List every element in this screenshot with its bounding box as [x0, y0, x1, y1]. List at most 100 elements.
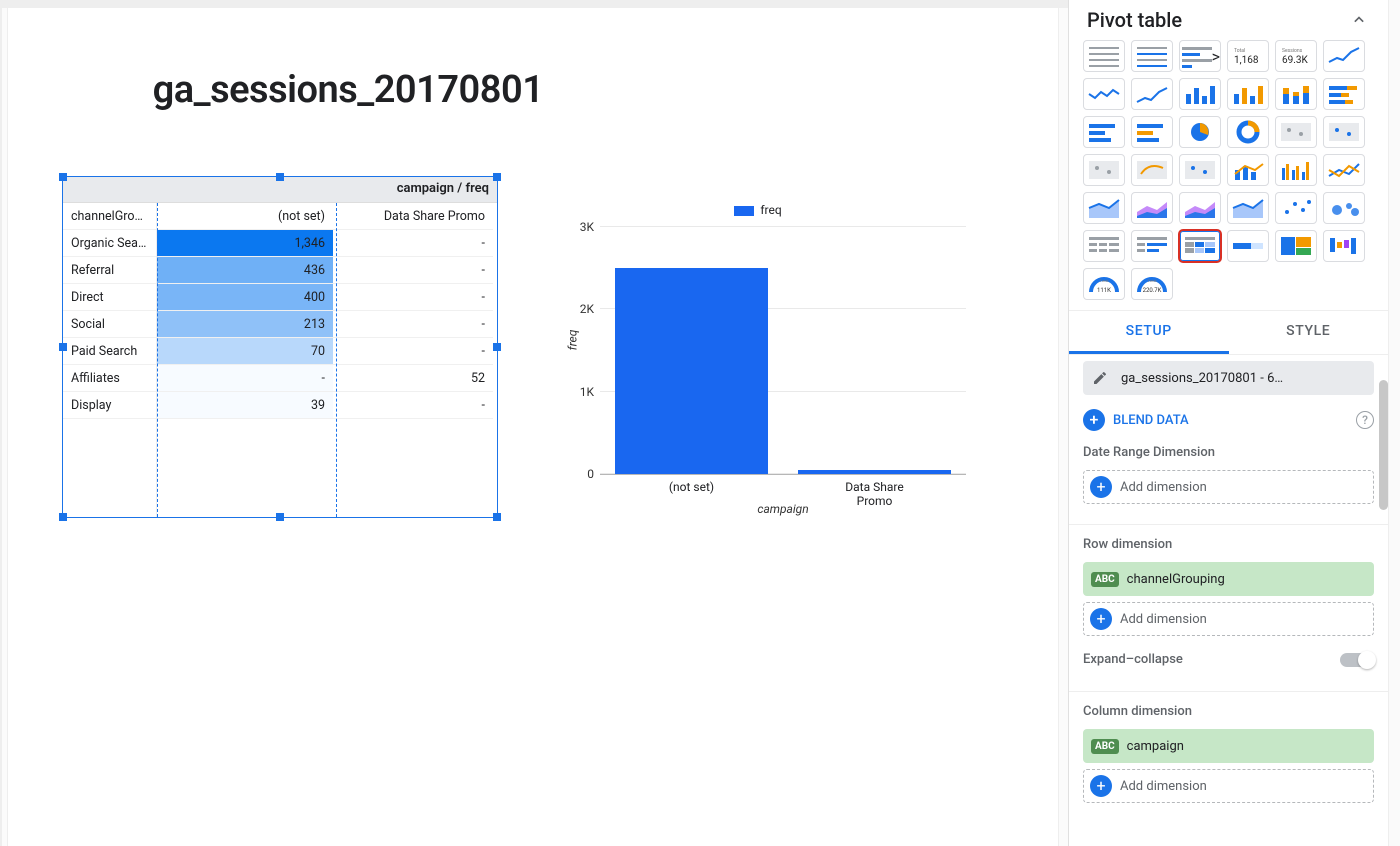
- chart-type-geo-grey[interactable]: [1275, 116, 1317, 148]
- chart-type-multiline[interactable]: [1323, 154, 1365, 186]
- chart-type-donut[interactable]: [1227, 116, 1269, 148]
- chart-type-hbar-multi[interactable]: [1131, 116, 1173, 148]
- legend-label: freq: [760, 203, 781, 217]
- tab-setup[interactable]: SETUP: [1069, 311, 1229, 354]
- chart-type-table-bars[interactable]: >: [1179, 40, 1221, 72]
- plus-icon: +: [1090, 608, 1112, 630]
- svg-text:Sessions: Sessions: [1282, 48, 1303, 54]
- collapse-panel-button[interactable]: [1348, 9, 1370, 31]
- chart-type-treemap[interactable]: [1275, 230, 1317, 262]
- pivot-cell: -: [333, 257, 493, 284]
- report-canvas[interactable]: ga_sessions_20170801 campaign / freq cha…: [8, 8, 1058, 846]
- chart-type-bullet[interactable]: [1227, 230, 1269, 262]
- pivot-cell: 70: [157, 338, 333, 365]
- chart-type-scorecard-total[interactable]: Total1,168: [1227, 40, 1269, 72]
- chart-type-waterfall[interactable]: [1323, 230, 1365, 262]
- add-date-dimension[interactable]: + Add dimension: [1083, 470, 1374, 504]
- chart-type-geo-bubble[interactable]: [1179, 154, 1221, 186]
- panel-tabs: SETUP STYLE: [1069, 310, 1388, 355]
- chart-type-picker: >Total1,168Sessions69.3K111KTotal220.7KT…: [1069, 40, 1388, 310]
- pivot-cell: 400: [157, 284, 333, 311]
- chart-type-geo-map[interactable]: [1323, 116, 1365, 148]
- svg-text:69.3K: 69.3K: [1282, 55, 1308, 66]
- pivot-cell: -: [333, 311, 493, 338]
- pivot-cell: 436: [157, 257, 333, 284]
- help-icon[interactable]: ?: [1356, 411, 1374, 429]
- blend-data-button[interactable]: BLEND DATA: [1113, 413, 1189, 428]
- pivot-cell: -: [333, 392, 493, 419]
- column-guideline[interactable]: [157, 203, 158, 517]
- chart-type-area-fill[interactable]: [1179, 192, 1221, 224]
- pivot-row-label: Display: [63, 392, 156, 419]
- pivot-cell: -: [333, 284, 493, 311]
- chart-type-table-blue[interactable]: [1131, 40, 1173, 72]
- chart-type-pivot-plain[interactable]: [1083, 230, 1125, 262]
- chart-type-table[interactable]: [1083, 40, 1125, 72]
- tab-style[interactable]: STYLE: [1229, 311, 1389, 354]
- chart-type-scatter[interactable]: [1275, 192, 1317, 224]
- data-source-selector[interactable]: ga_sessions_20170801 - 6…: [1083, 361, 1374, 395]
- column-guideline[interactable]: [336, 203, 337, 517]
- pivot-table-widget[interactable]: campaign / freq channelGroup...Organic S…: [62, 176, 498, 518]
- svg-text:1,168: 1,168: [1234, 55, 1259, 66]
- date-range-section-title: Date Range Dimension: [1069, 439, 1388, 464]
- y-axis-label: freq: [565, 330, 579, 351]
- chart-type-column-grouped[interactable]: [1275, 154, 1317, 186]
- chart-type-pivot-heatmap[interactable]: [1179, 230, 1221, 262]
- svg-text:111K: 111K: [1097, 287, 1111, 294]
- chart-type-area-stack[interactable]: [1131, 192, 1173, 224]
- chart-type-scorecard-sessions[interactable]: Sessions69.3K: [1275, 40, 1317, 72]
- app-root: ga_sessions_20170801 campaign / freq cha…: [0, 0, 1400, 846]
- resize-handle-n[interactable]: [276, 173, 284, 181]
- chart-type-column-stacked[interactable]: [1275, 78, 1317, 110]
- pivot-cell: -: [333, 338, 493, 365]
- chart-type-line[interactable]: [1323, 40, 1365, 72]
- chart-type-bubble[interactable]: [1323, 192, 1365, 224]
- chart-type-column[interactable]: [1179, 78, 1221, 110]
- column-dimension-chip[interactable]: ABC campaign: [1083, 729, 1374, 763]
- pivot-col-header: Data Share Promo: [333, 203, 493, 230]
- chart-legend: freq: [538, 203, 978, 217]
- row-dimension-value: channelGrouping: [1127, 572, 1225, 587]
- pivot-row-label: Organic Search: [63, 230, 156, 257]
- abc-type-badge: ABC: [1091, 572, 1119, 587]
- x-tick-label: (not set): [669, 474, 714, 494]
- chart-type-gauge-1[interactable]: 111K Total: [1083, 268, 1125, 300]
- plus-icon[interactable]: +: [1083, 409, 1105, 431]
- svg-text:Total: Total: [1100, 278, 1109, 283]
- legend-swatch: [734, 206, 754, 216]
- report-title[interactable]: ga_sessions_20170801: [48, 68, 648, 112]
- chart-type-pivot-bars[interactable]: [1131, 230, 1173, 262]
- chart-type-gauge-2[interactable]: 220.7KTotal: [1131, 268, 1173, 300]
- edit-data-source-icon[interactable]: [1083, 370, 1117, 386]
- add-column-dimension[interactable]: + Add dimension: [1083, 769, 1374, 803]
- chart-bar: [615, 268, 769, 474]
- add-row-dimension[interactable]: + Add dimension: [1083, 602, 1374, 636]
- canvas-scroll[interactable]: ga_sessions_20170801 campaign / freq cha…: [0, 0, 1068, 846]
- chart-type-sparkline-up[interactable]: [1131, 78, 1173, 110]
- plus-icon: +: [1090, 775, 1112, 797]
- y-tick-label: 3K: [580, 220, 594, 234]
- chart-type-hbar[interactable]: [1083, 116, 1125, 148]
- expand-collapse-toggle[interactable]: [1340, 653, 1374, 667]
- bar-chart-widget[interactable]: freq freq campaign 0 1K 2K 3K (not set) …: [538, 203, 978, 523]
- chart-type-column-multi[interactable]: [1227, 78, 1269, 110]
- chart-plot-area: campaign 0 1K 2K 3K (not set) Data Share…: [600, 227, 966, 475]
- chart-type-geo-flow[interactable]: [1131, 154, 1173, 186]
- row-dimension-chip[interactable]: ABC channelGrouping: [1083, 562, 1374, 596]
- chart-type-pie[interactable]: [1179, 116, 1221, 148]
- chart-type-geo-filled[interactable]: [1083, 154, 1125, 186]
- column-dimension-value: campaign: [1127, 739, 1184, 754]
- row-dimension-section-title: Row dimension: [1069, 531, 1388, 556]
- setup-scrollbar-thumb[interactable]: [1379, 380, 1388, 510]
- chart-type-area-smooth[interactable]: [1227, 192, 1269, 224]
- chart-type-sparkline[interactable]: [1083, 78, 1125, 110]
- chart-type-combo[interactable]: [1227, 154, 1269, 186]
- chart-type-hbar-stacked[interactable]: [1323, 78, 1365, 110]
- add-dimension-label: Add dimension: [1120, 779, 1207, 794]
- resize-handle-nw[interactable]: [59, 173, 67, 181]
- chart-type-area-line[interactable]: [1083, 192, 1125, 224]
- setup-panel-scroll[interactable]: ga_sessions_20170801 - 6… + BLEND DATA ?…: [1069, 355, 1388, 846]
- svg-text:220.7K: 220.7K: [1143, 287, 1162, 294]
- resize-handle-ne[interactable]: [493, 173, 501, 181]
